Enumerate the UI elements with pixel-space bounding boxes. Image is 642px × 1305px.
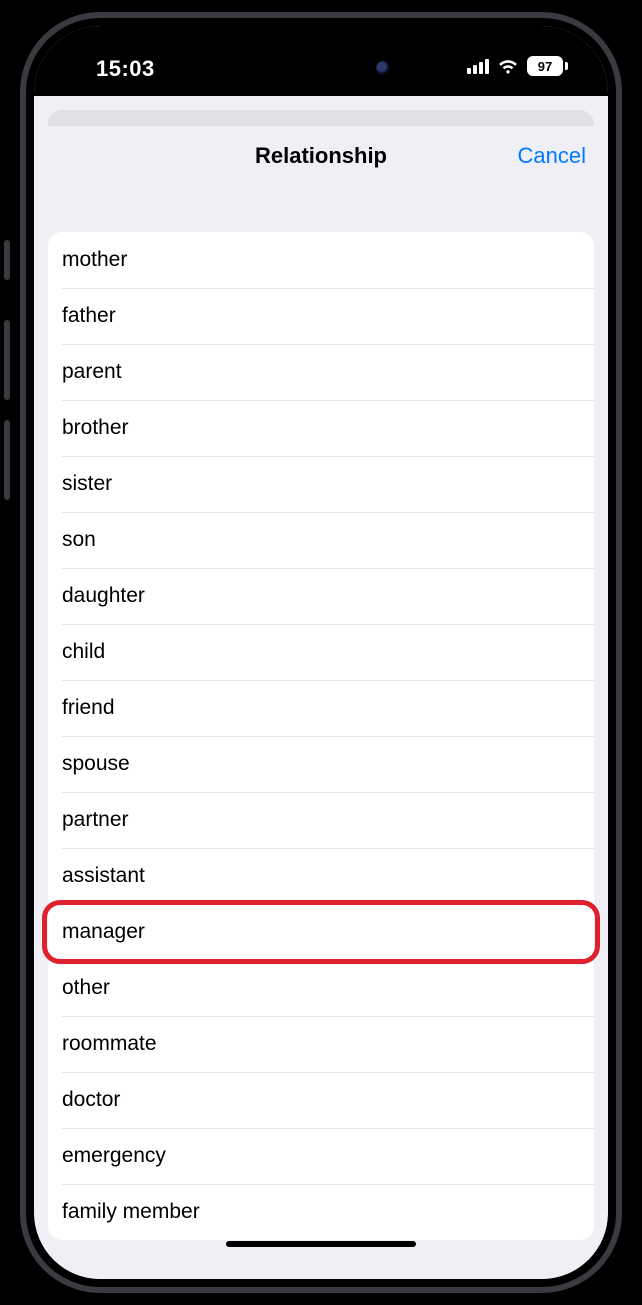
battery-percent: 97 bbox=[538, 59, 552, 74]
relationship-option-manager[interactable]: manager bbox=[48, 904, 594, 960]
status-time: 15:03 bbox=[96, 56, 155, 82]
relationship-option-daughter[interactable]: daughter bbox=[48, 568, 594, 624]
relationship-option-friend[interactable]: friend bbox=[48, 680, 594, 736]
relationship-option-assistant[interactable]: assistant bbox=[48, 848, 594, 904]
volume-up-button bbox=[4, 320, 10, 400]
front-camera-icon bbox=[376, 61, 390, 75]
wifi-icon bbox=[497, 58, 519, 74]
navbar: Relationship Cancel bbox=[34, 126, 608, 186]
relationship-option-brother[interactable]: brother bbox=[48, 400, 594, 456]
cellular-icon bbox=[467, 58, 489, 74]
relationship-list: motherfatherparentbrothersistersondaught… bbox=[48, 232, 594, 1240]
relationship-option-son[interactable]: son bbox=[48, 512, 594, 568]
silence-switch bbox=[4, 240, 10, 280]
battery-icon: 97 bbox=[527, 56, 568, 76]
relationship-option-spouse[interactable]: spouse bbox=[48, 736, 594, 792]
cancel-button[interactable]: Cancel bbox=[518, 143, 586, 169]
relationship-option-child[interactable]: child bbox=[48, 624, 594, 680]
relationship-option-parent[interactable]: parent bbox=[48, 344, 594, 400]
relationship-option-other[interactable]: other bbox=[48, 960, 594, 1016]
relationship-option-mother[interactable]: mother bbox=[48, 232, 594, 288]
relationship-option-emergency[interactable]: emergency bbox=[48, 1128, 594, 1184]
relationship-option-father[interactable]: father bbox=[48, 288, 594, 344]
modal-sheet: Relationship Cancel motherfatherparentbr… bbox=[34, 126, 608, 1279]
home-indicator[interactable] bbox=[226, 1241, 416, 1247]
relationship-option-sister[interactable]: sister bbox=[48, 456, 594, 512]
status-right-cluster: 97 bbox=[467, 56, 568, 76]
page-title: Relationship bbox=[255, 143, 387, 169]
dynamic-island bbox=[236, 46, 406, 90]
relationship-option-family-member[interactable]: family member bbox=[48, 1184, 594, 1240]
volume-down-button bbox=[4, 420, 10, 500]
relationship-option-partner[interactable]: partner bbox=[48, 792, 594, 848]
relationship-option-doctor[interactable]: doctor bbox=[48, 1072, 594, 1128]
relationship-option-roommate[interactable]: roommate bbox=[48, 1016, 594, 1072]
